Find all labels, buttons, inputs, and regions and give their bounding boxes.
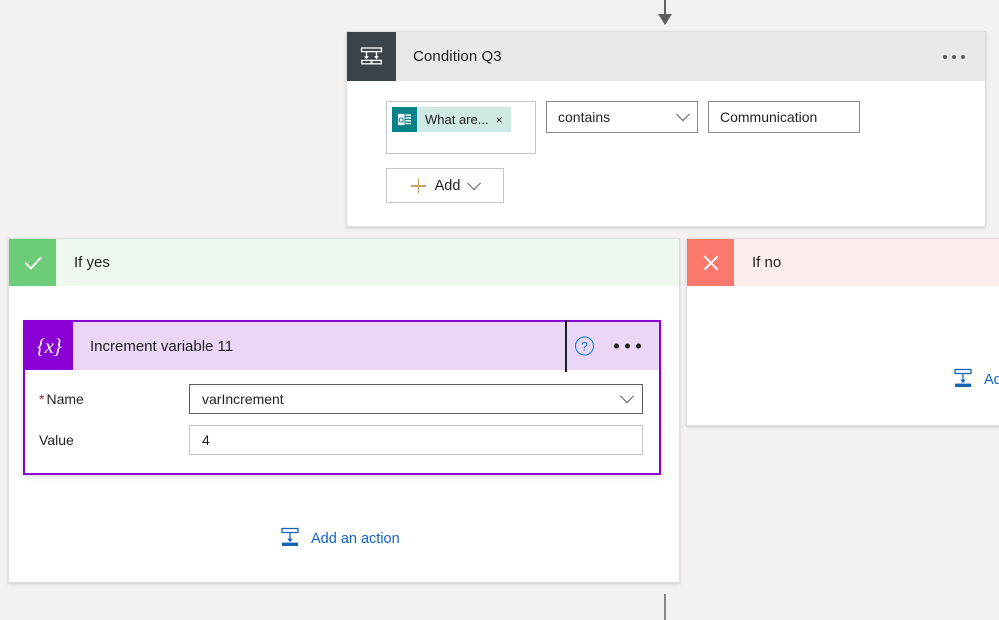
add-an-action-button-yes[interactable]: Add an action xyxy=(279,526,400,552)
condition-right-operand-input[interactable]: Communication xyxy=(708,101,860,133)
branch-if-yes-header[interactable]: If yes xyxy=(9,239,679,286)
connector-arrow-down-icon xyxy=(658,14,672,25)
variable-name-value: varIncrement xyxy=(202,391,284,407)
variable-name-dropdown[interactable]: varIncrement xyxy=(189,384,643,414)
branch-if-no-header[interactable]: If no xyxy=(687,239,999,286)
action-card-header[interactable]: {x} Increment variable 11 ? xyxy=(25,320,659,372)
add-an-action-label-no: Ad xyxy=(984,372,999,388)
branch-if-yes-label: If yes xyxy=(74,254,110,271)
condition-expression-row: O What are... × contains Communication xyxy=(386,101,985,154)
condition-card-body: O What are... × contains Communication A… xyxy=(347,81,985,226)
variable-value-text: 4 xyxy=(202,432,210,448)
help-icon[interactable]: ? xyxy=(575,336,594,356)
condition-card[interactable]: Condition Q3 O What are... × contains Co… xyxy=(346,31,986,227)
branch-if-no-label: If no xyxy=(752,254,782,271)
variable-value-input[interactable]: 4 xyxy=(189,425,643,455)
field-row-value: Value 4 xyxy=(39,425,643,455)
condition-title: Condition Q3 xyxy=(413,48,502,65)
connector-line-bottom xyxy=(664,594,666,620)
chevron-down-icon xyxy=(619,389,635,404)
token-remove-icon[interactable]: × xyxy=(496,114,511,126)
field-label-value: Value xyxy=(39,432,74,448)
branch-if-yes: If yes {x} Increment variable 11 ? * Name… xyxy=(8,238,680,583)
action-header-tools: ? xyxy=(575,336,641,356)
action-overflow-menu-icon[interactable] xyxy=(614,343,641,349)
action-header-divider xyxy=(565,320,567,372)
field-label-name: * Name xyxy=(39,391,84,407)
svg-text:O: O xyxy=(398,115,404,124)
condition-overflow-menu-icon[interactable] xyxy=(937,49,971,65)
add-an-action-button-no[interactable]: Ad xyxy=(952,367,999,393)
action-card-title: Increment variable 11 xyxy=(90,337,234,355)
plus-icon xyxy=(410,178,426,193)
add-action-icon xyxy=(279,526,301,552)
branch-if-no: If no Ad xyxy=(686,238,999,426)
required-asterisk: * xyxy=(39,391,45,407)
add-an-action-label-yes: Add an action xyxy=(311,531,400,547)
condition-card-header[interactable]: Condition Q3 xyxy=(347,32,985,81)
close-x-icon xyxy=(687,239,734,286)
condition-operator-select[interactable]: contains xyxy=(546,101,698,133)
action-card-increment-variable[interactable]: {x} Increment variable 11 ? * Name varInc… xyxy=(23,320,661,475)
field-row-name: * Name varIncrement xyxy=(39,384,643,414)
chevron-down-icon xyxy=(675,107,691,122)
condition-right-operand-value: Communication xyxy=(720,109,818,125)
token-label: What are... xyxy=(425,112,489,127)
condition-branch-icon xyxy=(347,32,396,81)
add-action-icon xyxy=(952,367,974,393)
microsoft-forms-icon: O xyxy=(392,107,417,132)
action-card-body: * Name varIncrement Value 4 xyxy=(25,370,659,473)
variable-icon: {x} xyxy=(25,322,73,370)
condition-add-label: Add xyxy=(434,177,461,194)
condition-operator-value: contains xyxy=(558,109,611,125)
chevron-down-icon xyxy=(467,175,482,190)
checkmark-icon xyxy=(9,239,56,286)
dynamic-content-token[interactable]: O What are... × xyxy=(392,107,511,132)
condition-left-operand[interactable]: O What are... × xyxy=(386,101,536,154)
condition-add-button[interactable]: Add xyxy=(386,168,504,203)
